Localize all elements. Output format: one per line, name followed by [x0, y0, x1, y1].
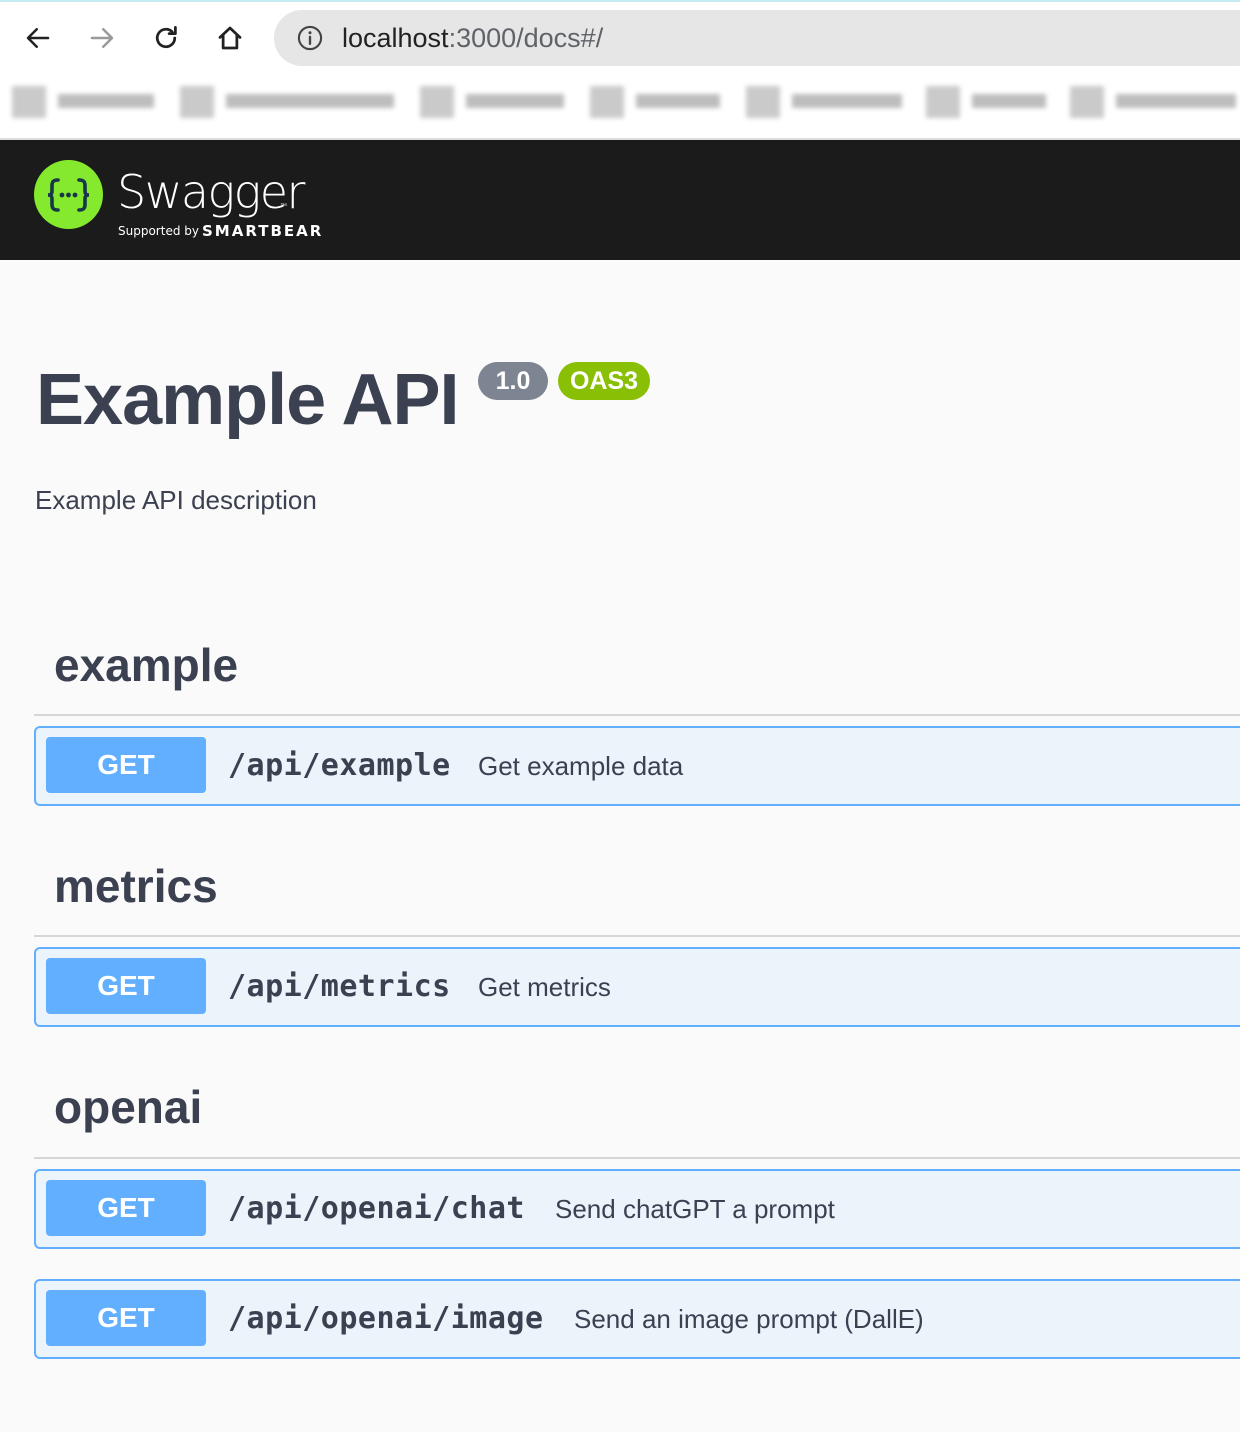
info-icon[interactable]	[296, 24, 324, 52]
swagger-topbar: Swagger ™ Supported by SMARTBEAR	[0, 140, 1240, 260]
swagger-wordmark[interactable]: Swagger	[117, 166, 305, 218]
bookmark-item[interactable]	[420, 84, 568, 120]
curly-braces-icon	[47, 178, 90, 212]
bookmark-label-blurred	[58, 94, 154, 108]
oas-badge: OAS3	[558, 362, 650, 400]
url-path: :3000/docs#/	[448, 23, 604, 53]
tag-heading-metrics[interactable]: metrics	[54, 859, 218, 913]
operation-path: /api/metrics	[228, 969, 451, 1004]
operation-get-api-openai-chat[interactable]: GET /api/openai/chat Send chatGPT a prom…	[34, 1169, 1240, 1249]
method-badge: GET	[46, 1290, 206, 1346]
method-badge: GET	[46, 1180, 206, 1236]
bookmark-item[interactable]	[590, 84, 724, 120]
tab-strip-accent	[0, 0, 1240, 2]
operation-path: /api/example	[228, 748, 451, 783]
bookmark-item[interactable]	[926, 84, 1050, 120]
bookmark-favicon	[1070, 86, 1104, 118]
api-title: Example API	[36, 360, 460, 440]
address-bar[interactable]: localhost:3000/docs#/	[274, 10, 1240, 66]
method-badge: GET	[46, 958, 206, 1014]
api-description: Example API description	[35, 485, 317, 515]
tag-heading-openai[interactable]: openai	[54, 1080, 202, 1134]
supported-by-label: Supported by	[118, 224, 199, 238]
operation-path: /api/openai/chat	[228, 1191, 525, 1226]
operation-get-api-openai-image[interactable]: GET /api/openai/image Send an image prom…	[34, 1279, 1240, 1359]
browser-chrome: localhost:3000/docs#/	[0, 0, 1240, 140]
bookmark-label-blurred	[466, 94, 564, 108]
version-badge: 1.0	[478, 362, 548, 400]
bookmark-label-blurred	[972, 94, 1046, 108]
home-button[interactable]	[210, 18, 250, 58]
operation-get-api-metrics[interactable]: GET /api/metrics Get metrics	[34, 947, 1240, 1027]
home-icon	[218, 26, 242, 50]
bookmark-favicon	[590, 86, 624, 118]
swagger-logo-icon[interactable]	[34, 160, 103, 229]
bookmarks-bar	[0, 78, 1240, 130]
bookmark-item[interactable]	[1070, 84, 1240, 120]
trademark-symbol: ™	[280, 203, 287, 210]
operation-summary: Get example data	[478, 751, 684, 781]
operation-summary: Send an image prompt (DallE)	[574, 1304, 924, 1334]
bookmark-item[interactable]	[180, 84, 398, 120]
reload-button[interactable]	[146, 18, 186, 58]
bookmark-label-blurred	[226, 94, 394, 108]
operation-get-api-example[interactable]: GET /api/example Get example data	[34, 726, 1240, 806]
tag-divider	[34, 935, 1240, 937]
forward-arrow-icon	[90, 28, 114, 48]
method-badge: GET	[46, 737, 206, 793]
tag-divider	[34, 1157, 1240, 1159]
operation-path: /api/openai/image	[228, 1301, 544, 1336]
tag-divider	[34, 714, 1240, 716]
operation-summary: Send chatGPT a prompt	[555, 1194, 835, 1224]
reload-icon	[155, 26, 177, 49]
bookmark-label-blurred	[636, 94, 720, 108]
url-text[interactable]: localhost:3000/docs#/	[342, 22, 603, 54]
tag-heading-example[interactable]: example	[54, 638, 238, 692]
back-button[interactable]	[18, 18, 58, 58]
smartbear-wordmark: SMARTBEAR	[202, 222, 324, 240]
forward-button[interactable]	[82, 18, 122, 58]
bookmark-label-blurred	[792, 94, 902, 108]
operation-summary: Get metrics	[478, 972, 611, 1002]
bookmark-item[interactable]	[12, 84, 158, 120]
bookmark-item[interactable]	[746, 84, 906, 120]
back-arrow-icon	[26, 28, 50, 48]
url-host: localhost	[342, 23, 449, 53]
bookmark-favicon	[926, 86, 960, 118]
bookmark-label-blurred	[1116, 94, 1236, 108]
bookmark-favicon	[746, 86, 780, 118]
bookmark-favicon	[12, 86, 46, 118]
bookmark-favicon	[420, 86, 454, 118]
bookmark-favicon	[180, 86, 214, 118]
